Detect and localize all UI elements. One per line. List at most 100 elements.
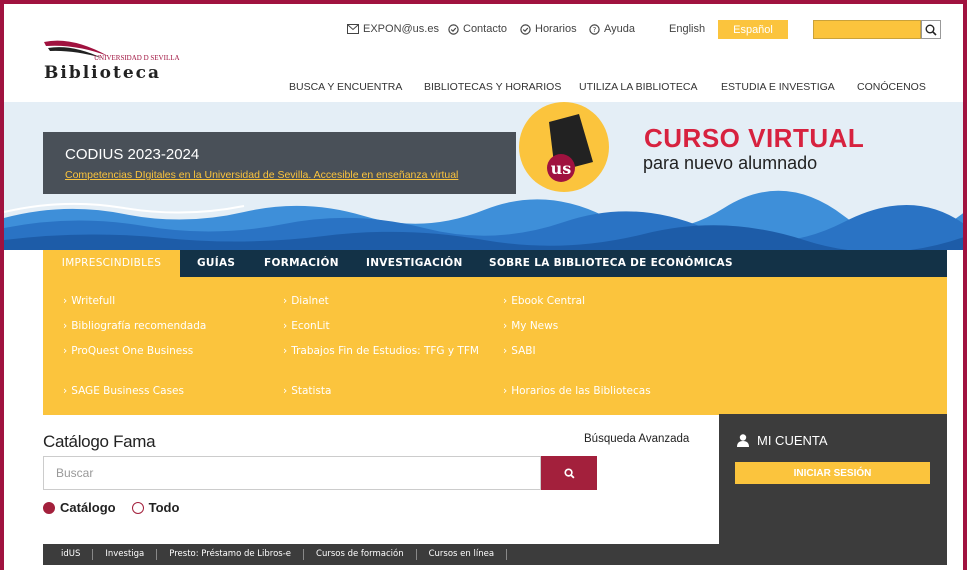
- email-label: EXPON@us.es: [363, 23, 439, 35]
- lang-english-link[interactable]: English: [669, 23, 705, 35]
- search-icon: [925, 24, 937, 36]
- bottom-link-cursos-en-linea[interactable]: Cursos en línea: [417, 549, 508, 560]
- question-circle-icon: ?: [589, 23, 600, 35]
- lang-english-label: English: [669, 23, 706, 35]
- essentials-links-panel: › Writefull › Bibliografía recomendada › Pr…: [43, 277, 947, 415]
- link-label: Ebook Central: [511, 295, 586, 307]
- bottom-link-investiga[interactable]: Investiga: [93, 549, 158, 560]
- bottom-links-bar: idUS Investiga Presto: Préstamo de Libro…: [43, 544, 947, 565]
- tab-imprescindibles[interactable]: IMPRESCINDIBLES: [43, 250, 180, 277]
- nav-conocenos[interactable]: CONÓCENOS: [857, 81, 926, 93]
- catalog-search-input[interactable]: Buscar: [43, 456, 541, 490]
- link-econlit[interactable]: › EconLit: [283, 319, 483, 334]
- link-label: Dialnet: [291, 295, 329, 307]
- page-frame: EXPON@us.es Contacto Horarios ? Ayuda En…: [0, 0, 967, 570]
- lang-spanish-label: Español: [733, 23, 773, 36]
- chevron-right-icon: ›: [283, 320, 288, 332]
- advanced-search-link[interactable]: Búsqueda Avanzada: [584, 433, 689, 445]
- radio-todo[interactable]: Todo: [131, 500, 180, 515]
- chevron-right-icon: ›: [283, 295, 288, 307]
- account-title-label: MI CUENTA: [757, 433, 828, 448]
- hero-card: CODIUS 2023-2024 Competencias DIgitales …: [43, 132, 516, 194]
- link-dialnet[interactable]: › Dialnet: [283, 294, 483, 309]
- account-title: MI CUENTA: [737, 433, 828, 448]
- library-name: Biblioteca: [44, 63, 162, 83]
- contact-label: Contacto: [463, 23, 508, 35]
- link-label: Bibliografía recomendada: [71, 320, 207, 332]
- tab-investigacion[interactable]: INVESTIGACIÓN: [366, 250, 463, 277]
- radio-checked-icon: [43, 501, 55, 514]
- hero-subheadline: para nuevo alumnado: [643, 153, 818, 173]
- catalog-title: Catálogo Fama: [43, 432, 156, 451]
- link-trabajos-fin-de-estudios[interactable]: › Trabajos Fin de Estudios: TFG y TFM: [283, 344, 483, 359]
- hero-banner: us CODIUS 2023-2024 Competencias DIgital…: [4, 102, 963, 250]
- link-label: Writefull: [71, 295, 116, 307]
- tab-formacion[interactable]: FORMACIÓN: [264, 250, 339, 277]
- link-label: ProQuest One Business: [71, 345, 194, 357]
- catalog-search-placeholder: Buscar: [56, 466, 94, 480]
- hours-label: Horarios: [535, 23, 577, 35]
- section-tabs: IMPRESCINDIBLES GUÍAS FORMACIÓN INVESTIG…: [43, 250, 947, 277]
- link-label: My News: [511, 320, 559, 332]
- radio-catalogo[interactable]: Catálogo: [43, 500, 116, 515]
- chevron-right-icon: ›: [283, 345, 288, 357]
- bottom-link-idus[interactable]: idUS: [43, 549, 94, 560]
- nav-utiliza-la-biblioteca[interactable]: UTILIZA LA BIBLIOTECA: [579, 81, 697, 93]
- link-label: EconLit: [291, 320, 330, 332]
- link-label: SAGE Business Cases: [71, 385, 184, 397]
- site-search-input[interactable]: [813, 20, 921, 39]
- university-name: UNIVERSIDAD D SEVILLA: [94, 54, 180, 62]
- link-horarios-bibliotecas[interactable]: › Horarios de las Bibliotecas: [503, 384, 703, 399]
- help-link[interactable]: ? Ayuda: [589, 23, 635, 35]
- chevron-right-icon: ›: [503, 295, 508, 307]
- top-utility-bar: EXPON@us.es Contacto Horarios ? Ayuda En…: [4, 18, 963, 42]
- search-icon: [563, 467, 575, 479]
- email-link[interactable]: EXPON@us.es: [347, 23, 439, 35]
- university-seal-icon: us: [547, 114, 593, 182]
- link-ebook-central[interactable]: › Ebook Central: [503, 294, 703, 309]
- chevron-right-icon: ›: [503, 345, 508, 357]
- hours-link[interactable]: Horarios: [520, 23, 577, 35]
- link-my-news[interactable]: › My News: [503, 319, 703, 334]
- account-panel: MI CUENTA INICIAR SESIÓN: [719, 414, 947, 544]
- link-statista[interactable]: › Statista: [283, 384, 483, 399]
- chevron-right-icon: ›: [503, 385, 508, 397]
- user-icon: [737, 434, 749, 447]
- catalog-search-button[interactable]: [541, 456, 597, 490]
- hero-title: CODIUS 2023-2024: [65, 146, 200, 163]
- check-circle-icon: [448, 23, 459, 35]
- chevron-right-icon: ›: [503, 320, 508, 332]
- chevron-right-icon: ›: [63, 385, 68, 397]
- lang-spanish-button[interactable]: Español: [718, 20, 788, 39]
- nav-estudia-e-investiga[interactable]: ESTUDIA E INVESTIGA: [721, 81, 835, 93]
- help-label: Ayuda: [604, 23, 635, 35]
- radio-catalogo-label: Catálogo: [60, 500, 116, 515]
- bottom-link-cursos-formacion[interactable]: Cursos de formación: [304, 549, 417, 560]
- tab-sobre-la-biblioteca[interactable]: SOBRE LA BIBLIOTECA DE ECONÓMICAS: [489, 250, 733, 277]
- chevron-right-icon: ›: [63, 320, 68, 332]
- catalog-scope-radios: Catálogo Todo: [43, 500, 179, 515]
- envelope-icon: [347, 24, 359, 34]
- tab-guias[interactable]: GUÍAS: [197, 250, 235, 277]
- svg-text:?: ?: [593, 26, 597, 34]
- link-label: Trabajos Fin de Estudios: TFG y TFM: [291, 345, 479, 357]
- nav-busca-y-encuentra[interactable]: BUSCA Y ENCUENTRA: [289, 81, 402, 93]
- contact-link[interactable]: Contacto: [448, 23, 507, 35]
- chevron-right-icon: ›: [283, 385, 288, 397]
- link-sage-business-cases[interactable]: › SAGE Business Cases: [63, 384, 263, 399]
- radio-todo-label: Todo: [148, 500, 180, 515]
- radio-unchecked-icon: [131, 501, 144, 514]
- login-button[interactable]: INICIAR SESIÓN: [735, 462, 930, 484]
- nav-bibliotecas-y-horarios[interactable]: BIBLIOTECAS Y HORARIOS: [424, 81, 561, 93]
- link-sabi[interactable]: › SABI: [503, 344, 703, 359]
- site-search-button[interactable]: [921, 20, 941, 39]
- check-circle-icon: [520, 23, 531, 35]
- link-proquest-one-business[interactable]: › ProQuest One Business: [63, 344, 263, 359]
- hero-link[interactable]: Competencias DIgitales en la Universidad…: [65, 169, 516, 181]
- link-bibliografia-recomendada[interactable]: › Bibliografía recomendada: [63, 319, 263, 334]
- link-label: SABI: [511, 345, 536, 357]
- link-writefull[interactable]: › Writefull: [63, 294, 263, 309]
- chevron-right-icon: ›: [63, 295, 68, 307]
- bottom-link-presto[interactable]: Presto: Préstamo de Libros-e: [157, 549, 305, 560]
- link-label: Horarios de las Bibliotecas: [511, 385, 651, 397]
